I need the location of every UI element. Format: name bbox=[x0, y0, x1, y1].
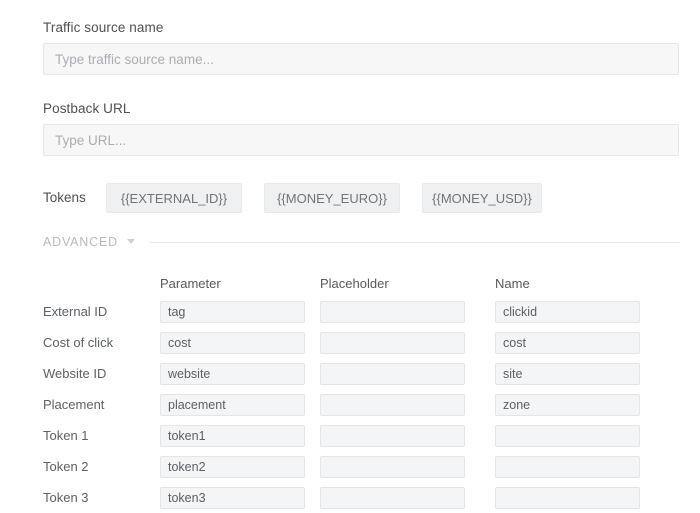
postback-url-field-group: Postback URL bbox=[43, 101, 679, 156]
name-input-token-1[interactable] bbox=[495, 425, 640, 447]
placeholder-input-website-id[interactable] bbox=[320, 363, 465, 385]
name-input-placement[interactable] bbox=[495, 394, 640, 416]
parameter-input-website-id[interactable] bbox=[160, 363, 305, 385]
tokens-label: Tokens bbox=[43, 189, 106, 207]
parameter-input-cost-of-click[interactable] bbox=[160, 332, 305, 354]
advanced-label: ADVANCED bbox=[43, 235, 118, 249]
placeholder-input-token-3[interactable] bbox=[320, 487, 465, 509]
table-row: Token 1 bbox=[43, 420, 680, 451]
advanced-divider bbox=[149, 242, 680, 243]
row-label-external-id: External ID bbox=[43, 304, 160, 320]
row-label-token-1: Token 1 bbox=[43, 428, 160, 444]
table-row: Token 3 bbox=[43, 482, 680, 513]
table-row: Cost of click bbox=[43, 327, 680, 358]
postback-url-label: Postback URL bbox=[43, 101, 679, 117]
tokens-row: Tokens {{EXTERNAL_ID}} {{MONEY_EURO}} {{… bbox=[43, 183, 564, 213]
row-label-token-3: Token 3 bbox=[43, 490, 160, 506]
advanced-section-toggle[interactable]: ADVANCED bbox=[43, 235, 680, 249]
placeholder-input-cost-of-click[interactable] bbox=[320, 332, 465, 354]
placeholder-input-token-1[interactable] bbox=[320, 425, 465, 447]
name-input-token-2[interactable] bbox=[495, 456, 640, 478]
table-row: Token 2 bbox=[43, 451, 680, 482]
name-input-token-3[interactable] bbox=[495, 487, 640, 509]
name-input-website-id[interactable] bbox=[495, 363, 640, 385]
traffic-source-name-label: Traffic source name bbox=[43, 20, 679, 36]
column-header-parameter: Parameter bbox=[160, 276, 305, 291]
row-label-cost-of-click: Cost of click bbox=[43, 335, 160, 351]
column-header-placeholder: Placeholder bbox=[320, 276, 465, 291]
table-row: Website ID bbox=[43, 358, 680, 389]
postback-url-input[interactable] bbox=[43, 124, 679, 156]
parameter-input-token-1[interactable] bbox=[160, 425, 305, 447]
traffic-source-form-page: Traffic source name Postback URL Tokens … bbox=[0, 0, 700, 513]
table-row: Placement bbox=[43, 389, 680, 420]
parameters-table: Parameter Placeholder Name External ID C… bbox=[43, 270, 680, 513]
traffic-source-name-field-group: Traffic source name bbox=[43, 20, 679, 75]
token-chip-external-id[interactable]: {{EXTERNAL_ID}} bbox=[106, 183, 242, 213]
column-header-name: Name bbox=[495, 276, 640, 291]
table-row: External ID bbox=[43, 296, 680, 327]
name-input-cost-of-click[interactable] bbox=[495, 332, 640, 354]
traffic-source-name-input[interactable] bbox=[43, 43, 679, 75]
token-chip-money-euro[interactable]: {{MONEY_EURO}} bbox=[264, 183, 400, 213]
row-label-placement: Placement bbox=[43, 397, 160, 413]
placeholder-input-placement[interactable] bbox=[320, 394, 465, 416]
token-chip-money-usd[interactable]: {{MONEY_USD}} bbox=[422, 183, 542, 213]
chevron-down-icon[interactable] bbox=[127, 239, 136, 245]
placeholder-input-external-id[interactable] bbox=[320, 301, 465, 323]
parameter-input-external-id[interactable] bbox=[160, 301, 305, 323]
parameters-table-header: Parameter Placeholder Name bbox=[43, 270, 680, 296]
name-input-external-id[interactable] bbox=[495, 301, 640, 323]
parameter-input-token-3[interactable] bbox=[160, 487, 305, 509]
row-label-token-2: Token 2 bbox=[43, 459, 160, 475]
parameter-input-token-2[interactable] bbox=[160, 456, 305, 478]
parameter-input-placement[interactable] bbox=[160, 394, 305, 416]
row-label-website-id: Website ID bbox=[43, 366, 160, 382]
placeholder-input-token-2[interactable] bbox=[320, 456, 465, 478]
